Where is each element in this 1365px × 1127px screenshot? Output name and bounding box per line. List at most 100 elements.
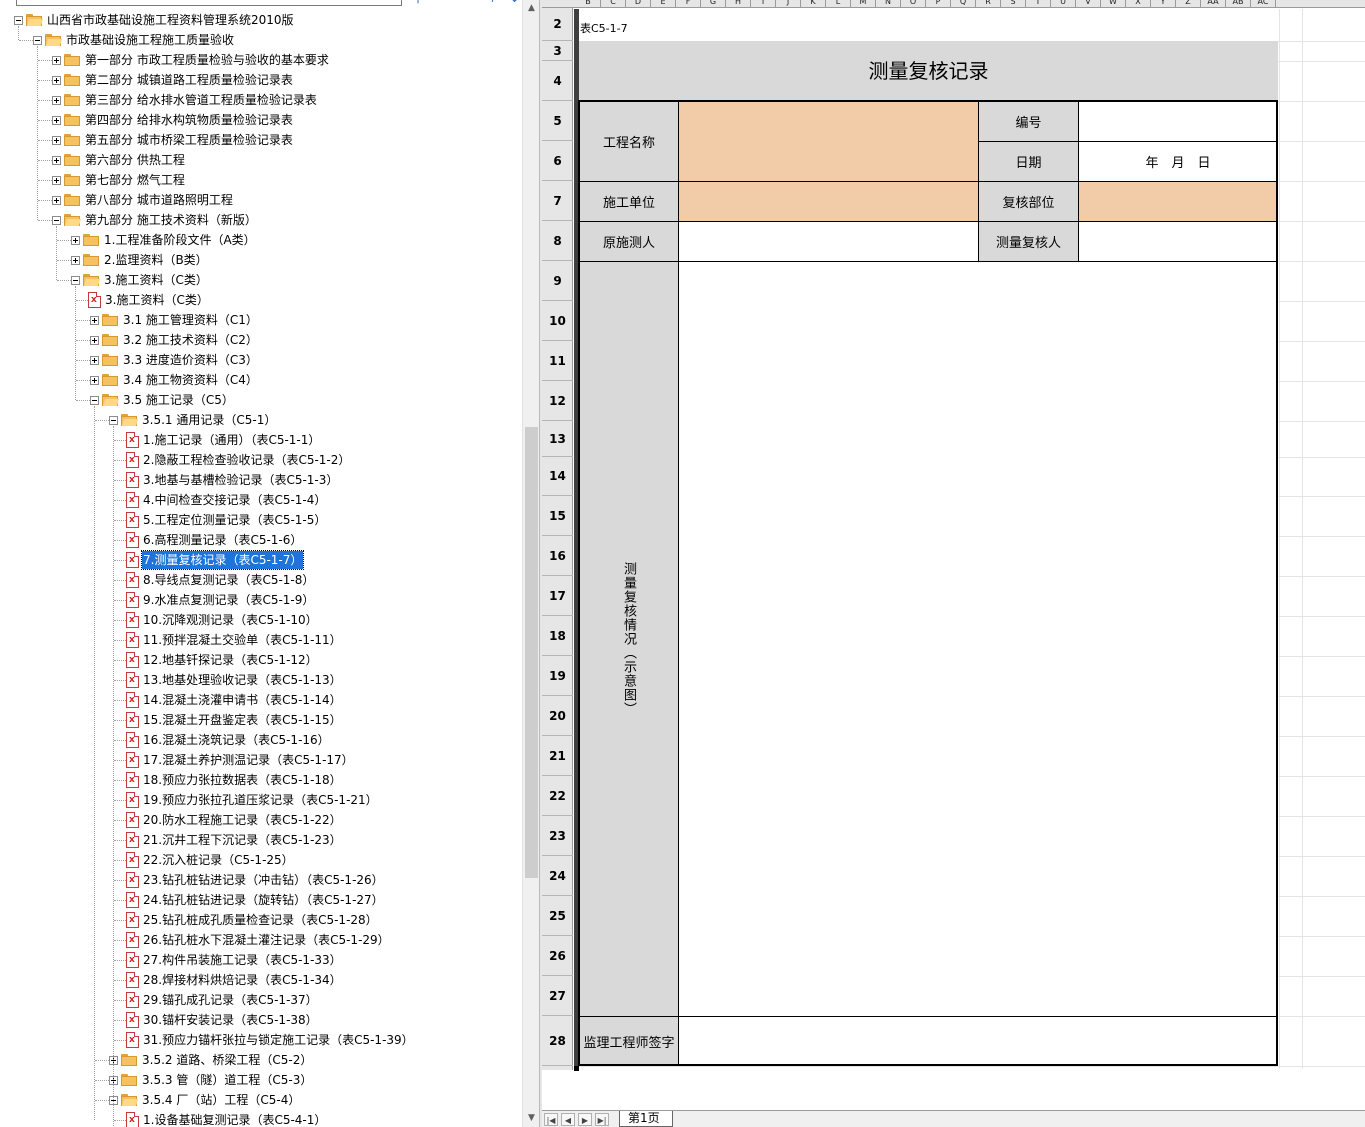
check-surveyor-field[interactable]: [1078, 221, 1278, 262]
number-label[interactable]: 编号: [978, 101, 1079, 142]
tree-file-item[interactable]: 7.测量复核记录（表C5-1-7）: [0, 550, 520, 570]
row-header[interactable]: 23: [542, 816, 573, 856]
tree-folder-item[interactable]: 山西省市政基础设施工程资料管理系统2010版: [0, 10, 520, 30]
row-header[interactable]: 10: [542, 301, 573, 341]
scroll-down-arrow-icon[interactable]: ▼: [523, 1110, 540, 1127]
tree-item-label[interactable]: 23.钻孔桩钻进记录（冲击钻）（表C5-1-26）: [142, 870, 385, 890]
first-sheet-icon[interactable]: |◀: [544, 1113, 558, 1126]
tree-folder-item[interactable]: 3.1 施工管理资料（C1）: [0, 310, 520, 330]
tree-file-item[interactable]: 31.预应力锚杆张拉与锁定施工记录（表C5-1-39）: [0, 1030, 520, 1050]
expand-plus-icon[interactable]: [90, 336, 99, 345]
form-title[interactable]: 测量复核记录: [579, 41, 1278, 100]
scrollbar-thumb[interactable]: [525, 427, 538, 878]
tree-item-label[interactable]: 第二部分 城镇道路工程质量检验记录表: [84, 70, 294, 90]
expand-plus-icon[interactable]: [52, 176, 61, 185]
contractor-field[interactable]: [678, 181, 979, 222]
row-header[interactable]: 3: [542, 41, 573, 61]
tree-item-label[interactable]: 19.预应力张拉孔道压浆记录（表C5-1-21）: [142, 790, 379, 810]
tree-item-label[interactable]: 5.工程定位测量记录（表C5-1-5）: [142, 510, 327, 530]
row-header[interactable]: 9: [542, 261, 573, 301]
next-sheet-icon[interactable]: ▶: [578, 1113, 592, 1126]
column-header[interactable]: V: [1076, 0, 1101, 8]
column-header[interactable]: AC: [1251, 0, 1276, 8]
column-header[interactable]: I: [751, 0, 776, 8]
tree-item-label[interactable]: 28.焊接材料烘焙记录（表C5-1-34）: [142, 970, 343, 990]
tree-folder-item[interactable]: 3.4 施工物资资料（C4）: [0, 370, 520, 390]
tree-folder-item[interactable]: 3.施工资料（C类）: [0, 270, 520, 290]
tree-item-label[interactable]: 20.防水工程施工记录（表C5-1-22）: [142, 810, 343, 830]
tree-file-item[interactable]: 29.锚孔成孔记录（表C5-1-37）: [0, 990, 520, 1010]
column-header[interactable]: U: [1051, 0, 1076, 8]
tree-search-input[interactable]: [16, 0, 402, 6]
tree-file-item[interactable]: 22.沉入桩记录（C5-1-25）: [0, 850, 520, 870]
tree-item-label[interactable]: 市政基础设施工程施工质量验收: [65, 30, 235, 50]
tree-item-label[interactable]: 3.施工资料（C类）: [104, 290, 210, 310]
row-header[interactable]: 18: [542, 616, 573, 656]
expand-plus-icon[interactable]: [52, 136, 61, 145]
tree-item-label[interactable]: 1.设备基础复测记录（表C5-4-1）: [142, 1110, 327, 1127]
tree-item-label[interactable]: 1.工程准备阶段文件（A类）: [103, 230, 257, 250]
tree-file-item[interactable]: 23.钻孔桩钻进记录（冲击钻）（表C5-1-26）: [0, 870, 520, 890]
tree-file-item[interactable]: 4.中间检查交接记录（表C5-1-4）: [0, 490, 520, 510]
tree-item-label[interactable]: 17.混凝土养护测温记录（表C5-1-17）: [142, 750, 355, 770]
survey-status-field[interactable]: [678, 261, 1278, 1017]
tree-folder-item[interactable]: 3.5.2 道路、桥梁工程（C5-2）: [0, 1050, 520, 1070]
column-header[interactable]: N: [876, 0, 901, 8]
tree-item-label[interactable]: 27.构件吊装施工记录（表C5-1-33）: [142, 950, 343, 970]
tree-file-item[interactable]: 26.钻孔桩水下混凝土灌注记录（表C5-1-29）: [0, 930, 520, 950]
tree-file-item[interactable]: 2.隐蔽工程检查验收记录（表C5-1-2）: [0, 450, 520, 470]
column-header[interactable]: AB: [1226, 0, 1251, 8]
expand-plus-icon[interactable]: [52, 196, 61, 205]
tree-file-item[interactable]: 9.水准点复测记录（表C5-1-9）: [0, 590, 520, 610]
row-header[interactable]: 17: [542, 576, 573, 616]
column-header[interactable]: O: [901, 0, 926, 8]
column-header[interactable]: R: [976, 0, 1001, 8]
column-header[interactable]: J: [776, 0, 801, 8]
expand-plus-icon[interactable]: [52, 96, 61, 105]
tree-item-label[interactable]: 10.沉降观测记录（表C5-1-10）: [142, 610, 319, 630]
column-header[interactable]: W: [1101, 0, 1126, 8]
tree-item-label[interactable]: 29.锚孔成孔记录（表C5-1-37）: [142, 990, 319, 1010]
tree-file-item[interactable]: 30.锚杆安装记录（表C5-1-38）: [0, 1010, 520, 1030]
tree-folder-item[interactable]: 3.5 施工记录（C5）: [0, 390, 520, 410]
tree-item-label[interactable]: 3.地基与基槽检验记录（表C5-1-3）: [142, 470, 339, 490]
tree-folder-item[interactable]: 1.工程准备阶段文件（A类）: [0, 230, 520, 250]
expand-plus-icon[interactable]: [90, 376, 99, 385]
check-location-label[interactable]: 复核部位: [978, 181, 1079, 222]
tree-file-item[interactable]: 19.预应力张拉孔道压浆记录（表C5-1-21）: [0, 790, 520, 810]
tree-item-label[interactable]: 3.2 施工技术资料（C2）: [122, 330, 259, 350]
tree-file-item[interactable]: 15.混凝土开盘鉴定表（表C5-1-15）: [0, 710, 520, 730]
column-header[interactable]: K: [801, 0, 826, 8]
row-header[interactable]: 20: [542, 696, 573, 736]
tree-file-item[interactable]: 11.预拌混凝土交验单（表C5-1-11）: [0, 630, 520, 650]
column-header[interactable]: AA: [1201, 0, 1226, 8]
row-header[interactable]: 12: [542, 381, 573, 421]
tree-item-label[interactable]: 3.4 施工物资资料（C4）: [122, 370, 259, 390]
original-surveyor-field[interactable]: [678, 221, 979, 262]
tree-item-label[interactable]: 第九部分 施工技术资料（新版）: [84, 210, 258, 230]
tree-item-label[interactable]: 山西省市政基础设施工程资料管理系统2010版: [46, 10, 295, 30]
tree-file-item[interactable]: 25.钻孔桩成孔质量检查记录（表C5-1-28）: [0, 910, 520, 930]
row-header[interactable]: 11: [542, 341, 573, 381]
tree-folder-item[interactable]: 3.3 进度造价资料（C3）: [0, 350, 520, 370]
tree-item-label[interactable]: 4.中间检查交接记录（表C5-1-4）: [142, 490, 327, 510]
row-header[interactable]: 22: [542, 776, 573, 816]
tree-item-label[interactable]: 3.施工资料（C类）: [103, 270, 209, 290]
tree-folder-item[interactable]: 第五部分 城市桥梁工程质量检验记录表: [0, 130, 520, 150]
check-location-field[interactable]: [1078, 181, 1278, 222]
expand-plus-icon[interactable]: [71, 236, 80, 245]
tree-item-label[interactable]: 14.混凝土浇灌申请书（表C5-1-14）: [142, 690, 343, 710]
arrow-down-icon[interactable]: ↓: [510, 0, 519, 5]
column-header[interactable]: L: [826, 0, 851, 8]
row-header[interactable]: 15: [542, 496, 573, 536]
tree-file-item[interactable]: 3.施工资料（C类）: [0, 290, 520, 310]
row-header[interactable]: 21: [542, 736, 573, 776]
row-header[interactable]: 4: [542, 61, 573, 101]
column-header[interactable]: Q: [951, 0, 976, 8]
row-header[interactable]: 7: [542, 181, 573, 221]
tree-item-label[interactable]: 16.混凝土浇筑记录（表C5-1-16）: [142, 730, 331, 750]
tree-file-item[interactable]: 16.混凝土浇筑记录（表C5-1-16）: [0, 730, 520, 750]
column-header[interactable]: T: [1026, 0, 1051, 8]
collapse-minus-icon[interactable]: [14, 16, 23, 25]
tree-item-label[interactable]: 3.5.2 道路、桥梁工程（C5-2）: [141, 1050, 313, 1070]
